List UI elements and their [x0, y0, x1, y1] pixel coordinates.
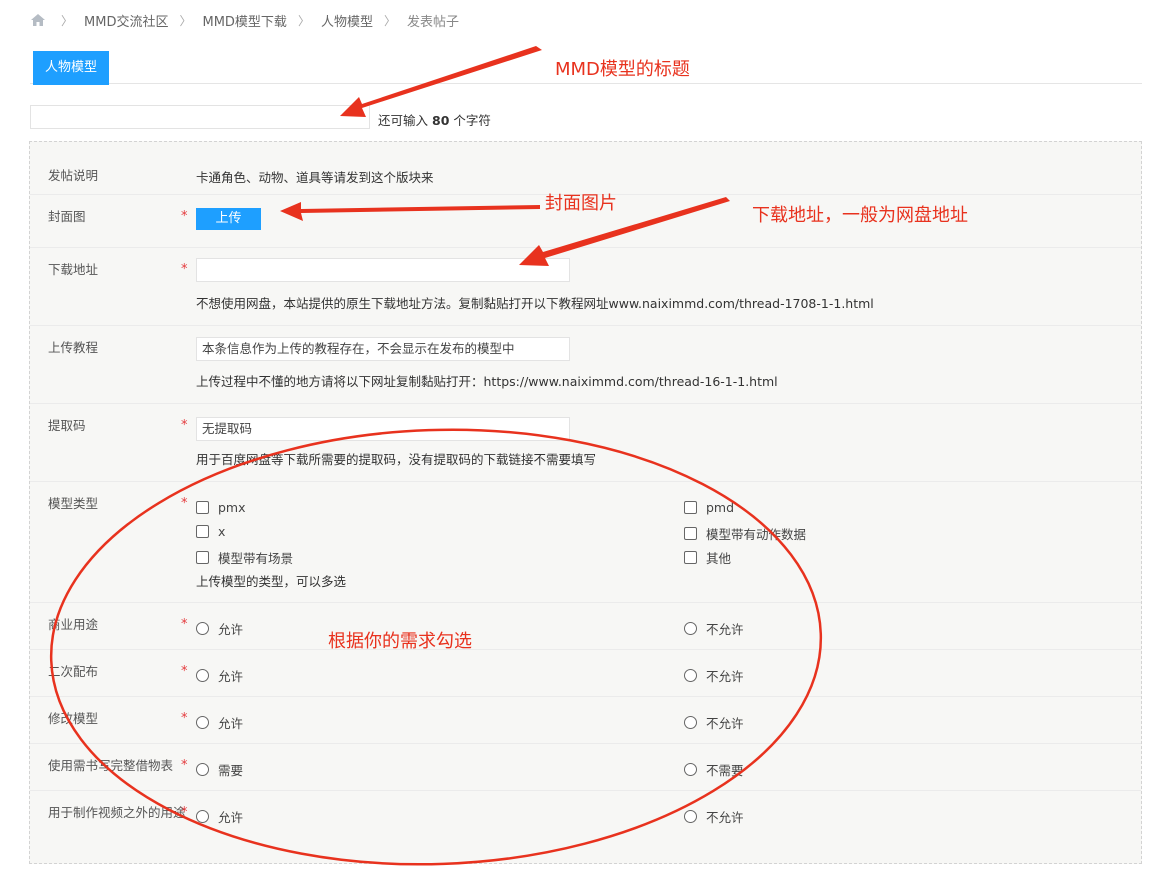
download-url-input[interactable]	[196, 258, 570, 282]
non-video-label: 用于制作视频之外的用途	[48, 805, 186, 820]
form-row-model-type: 模型类型 * pmx pmd x 模型带有动作数据 模型带有场景 其他 上传模型…	[30, 482, 1141, 603]
redistribute-radio-deny[interactable]: 不允许	[684, 666, 744, 685]
form-row-download: 下载地址 * 不想使用网盘，本站提供的原生下载地址方法。复制黏贴打开以下教程网址…	[30, 248, 1141, 326]
tab-character-models[interactable]: 人物模型	[33, 51, 110, 85]
radio-icon[interactable]	[684, 810, 697, 823]
radio-icon[interactable]	[684, 622, 697, 635]
non-video-radio-deny[interactable]: 不允许	[684, 807, 744, 826]
required-asterisk: *	[181, 664, 188, 679]
redistribute-radio-allow[interactable]: 允许	[196, 666, 243, 685]
form-row-credit: 使用需书写完整借物表 * 需要 不需要	[30, 744, 1141, 791]
breadcrumb-link-community[interactable]: MMD交流社区	[84, 11, 168, 30]
commercial-radio-deny[interactable]: 不允许	[684, 619, 744, 638]
description-label: 发帖说明	[48, 168, 99, 183]
radio-icon[interactable]	[196, 716, 209, 729]
form-row-redistribute: 二次配布 * 允许 不允许	[30, 650, 1141, 697]
chevron-right-icon: 〉	[179, 13, 192, 28]
checkbox-icon[interactable]	[684, 501, 697, 514]
download-help-text: 不想使用网盘，本站提供的原生下载地址方法。复制黏贴打开以下教程网址www.nai…	[196, 296, 874, 311]
form-row-description: 发帖说明 卡通角色、动物、道具等请发到这个版块来	[30, 142, 1141, 195]
radio-icon[interactable]	[196, 622, 209, 635]
post-form: 发帖说明 卡通角色、动物、道具等请发到这个版块来 封面图 * 上传 下载地址 *…	[29, 141, 1142, 864]
annotation-choose-note: 根据你的需求勾选	[328, 631, 472, 652]
checkbox-icon[interactable]	[684, 527, 697, 540]
chevron-right-icon: 〉	[61, 13, 74, 28]
radio-icon[interactable]	[684, 669, 697, 682]
checkbox-icon[interactable]	[196, 501, 209, 514]
extract-code-label: 提取码	[48, 418, 86, 433]
annotation-download-note: 下载地址，一般为网盘地址	[752, 205, 968, 226]
chevron-right-icon: 〉	[297, 13, 310, 28]
model-type-checkbox-pmx[interactable]: pmx	[196, 500, 246, 515]
model-type-checkbox-x[interactable]: x	[196, 524, 225, 539]
form-row-modify: 修改模型 * 允许 不允许	[30, 697, 1141, 744]
breadcrumb-link-character-models[interactable]: 人物模型	[321, 11, 373, 30]
description-text: 卡通角色、动物、道具等请发到这个版块来	[196, 170, 434, 185]
checkbox-icon[interactable]	[684, 551, 697, 564]
credit-label: 使用需书写完整借物表	[48, 758, 174, 773]
home-icon[interactable]	[30, 13, 46, 27]
model-type-checkbox-scene[interactable]: 模型带有场景	[196, 548, 293, 567]
model-type-checkbox-pmd[interactable]: pmd	[684, 500, 734, 515]
required-asterisk: *	[181, 418, 188, 433]
tutorial-label: 上传教程	[48, 340, 99, 355]
commercial-radio-allow[interactable]: 允许	[196, 619, 243, 638]
radio-icon[interactable]	[196, 763, 209, 776]
required-asterisk: *	[181, 262, 188, 277]
breadcrumb: 〉 MMD交流社区 〉 MMD模型下载 〉 人物模型 〉 发表帖子	[30, 11, 459, 30]
required-asterisk: *	[181, 209, 188, 224]
checkbox-icon[interactable]	[196, 551, 209, 564]
form-row-commercial: 商业用途 * 允许 不允许	[30, 603, 1141, 650]
remaining-char-count: 80	[432, 113, 450, 128]
title-char-count-hint: 还可输入 80 个字符	[378, 113, 491, 128]
radio-icon[interactable]	[684, 763, 697, 776]
redistribute-label: 二次配布	[48, 664, 99, 679]
extract-code-help-text: 用于百度网盘等下载所需要的提取码，没有提取码的下载链接不需要填写	[196, 452, 597, 467]
model-type-help-text: 上传模型的类型，可以多选	[196, 574, 347, 589]
radio-icon[interactable]	[684, 716, 697, 729]
required-asterisk: *	[181, 758, 188, 773]
annotation-title-note: MMD模型的标题	[555, 59, 690, 80]
tutorial-help-text: 上传过程中不懂的地方请将以下网址复制黏贴打开：https://www.naixi…	[196, 374, 778, 389]
post-title-input[interactable]	[30, 105, 370, 129]
non-video-radio-allow[interactable]: 允许	[196, 807, 243, 826]
commercial-label: 商业用途	[48, 617, 99, 632]
extract-code-input[interactable]: 无提取码	[196, 417, 570, 441]
model-type-checkbox-other[interactable]: 其他	[684, 548, 731, 567]
required-asterisk: *	[181, 496, 188, 511]
form-row-extract-code: 提取码 * 无提取码 用于百度网盘等下载所需要的提取码，没有提取码的下载链接不需…	[30, 404, 1141, 482]
required-asterisk: *	[181, 711, 188, 726]
breadcrumb-current: 发表帖子	[406, 14, 459, 30]
download-label: 下载地址	[48, 262, 99, 277]
form-row-non-video: 用于制作视频之外的用途 * 允许 不允许	[30, 791, 1141, 853]
modify-radio-allow[interactable]: 允许	[196, 713, 243, 732]
radio-icon[interactable]	[196, 669, 209, 682]
model-type-checkbox-motion[interactable]: 模型带有动作数据	[684, 524, 806, 543]
model-type-label: 模型类型	[48, 496, 99, 511]
radio-icon[interactable]	[196, 810, 209, 823]
annotation-cover-note: 封面图片	[545, 193, 617, 214]
chevron-right-icon: 〉	[383, 13, 396, 28]
required-asterisk: *	[181, 805, 188, 820]
breadcrumb-link-downloads[interactable]: MMD模型下载	[202, 11, 286, 30]
modify-radio-deny[interactable]: 不允许	[684, 713, 744, 732]
cover-upload-button[interactable]: 上传	[196, 208, 261, 230]
credit-radio-not-required[interactable]: 不需要	[684, 760, 744, 779]
modify-label: 修改模型	[48, 711, 99, 726]
credit-radio-required[interactable]: 需要	[196, 760, 243, 779]
cover-label: 封面图	[48, 209, 86, 224]
form-row-tutorial: 上传教程 本条信息作为上传的教程存在，不会显示在发布的模型中 上传过程中不懂的地…	[30, 326, 1141, 404]
tutorial-input[interactable]: 本条信息作为上传的教程存在，不会显示在发布的模型中	[196, 337, 570, 361]
checkbox-icon[interactable]	[196, 525, 209, 538]
required-asterisk: *	[181, 617, 188, 632]
